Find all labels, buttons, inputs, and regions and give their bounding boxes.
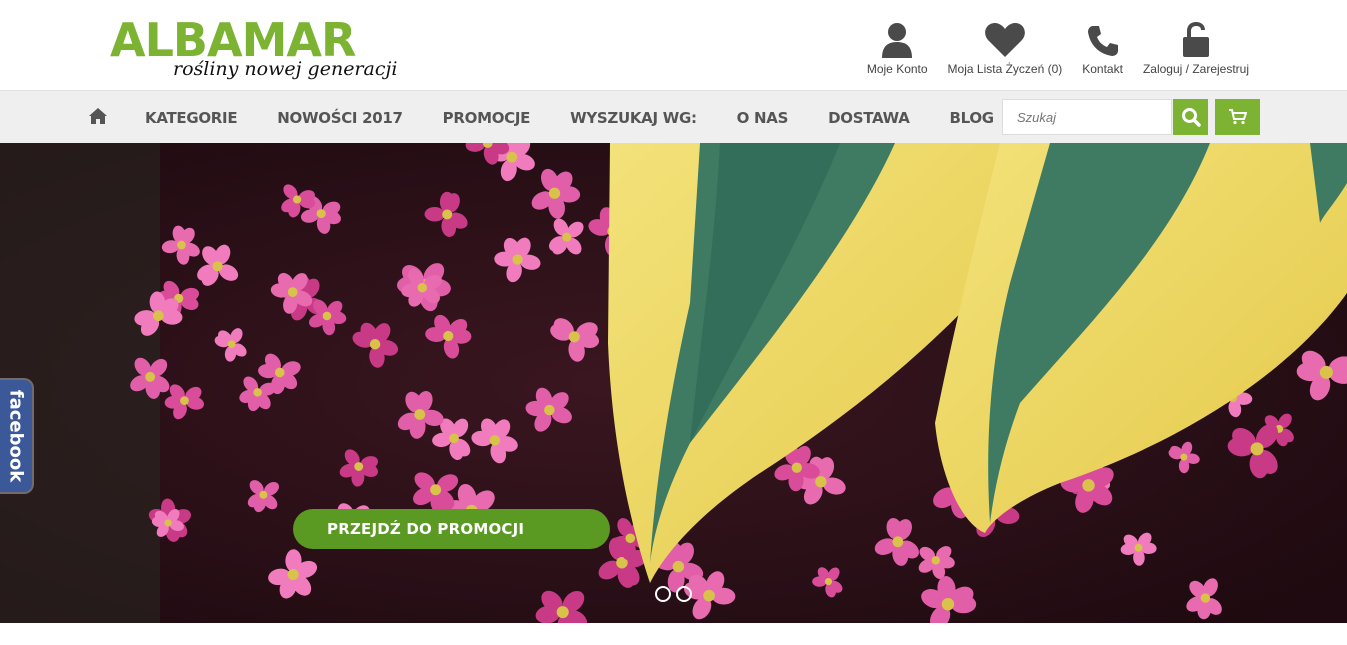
contact-label: Kontakt <box>1082 62 1123 76</box>
slider-dot[interactable] <box>676 586 692 602</box>
nav-menu: KATEGORIE NOWOŚCI 2017 PROMOCJE WYSZUKAJ… <box>125 91 1014 144</box>
nav-item-kategorie[interactable]: KATEGORIE <box>125 109 257 127</box>
site-header: ALBAMAR rośliny nowej generacji Moje Kon… <box>0 0 1347 90</box>
logo-tagline: rośliny nowej generacji <box>173 58 398 80</box>
facebook-label: facebook <box>5 389 27 483</box>
logo[interactable]: ALBAMAR rośliny nowej generacji <box>110 14 397 84</box>
slider-dot[interactable] <box>655 586 671 602</box>
facebook-tab[interactable]: facebook <box>0 380 32 492</box>
nav-item-promocje[interactable]: PROMOCJE <box>423 109 550 127</box>
phone-icon <box>1086 20 1120 58</box>
hero-slider <box>0 143 1347 623</box>
nav-item-nowosci[interactable]: NOWOŚCI 2017 <box>257 109 422 127</box>
account-links: Moje Konto Moja Lista Życzeń (0) Kontakt… <box>857 18 1259 78</box>
hero-image <box>0 143 1347 623</box>
wishlist-link[interactable]: Moja Lista Życzeń (0) <box>938 18 1073 76</box>
slider-dots <box>655 586 692 602</box>
cart-button[interactable] <box>1215 99 1260 135</box>
nav-item-wyszukaj[interactable]: WYSZUKAJ WG: <box>550 109 717 127</box>
my-account-link[interactable]: Moje Konto <box>857 18 938 76</box>
search-input[interactable] <box>1002 99 1172 135</box>
search-button[interactable] <box>1173 99 1208 135</box>
login-register-label: Zaloguj / Zarejestruj <box>1142 62 1249 76</box>
nav-item-o-nas[interactable]: O NAS <box>717 109 808 127</box>
wishlist-label: Moja Lista Życzeń (0) <box>947 62 1063 76</box>
unlock-icon <box>1181 20 1211 58</box>
main-nav: KATEGORIE NOWOŚCI 2017 PROMOCJE WYSZUKAJ… <box>0 90 1347 143</box>
cart-icon <box>1228 109 1247 125</box>
promo-button[interactable]: PRZEJDŹ DO PROMOCJI <box>293 509 610 549</box>
heart-icon <box>984 20 1026 58</box>
search-icon <box>1181 108 1201 127</box>
login-register-link[interactable]: Zaloguj / Zarejestruj <box>1133 18 1259 76</box>
contact-link[interactable]: Kontakt <box>1072 18 1133 76</box>
nav-item-dostawa[interactable]: DOSTAWA <box>808 109 929 127</box>
user-icon <box>880 20 914 58</box>
home-icon[interactable] <box>88 107 108 127</box>
my-account-label: Moje Konto <box>866 62 928 76</box>
